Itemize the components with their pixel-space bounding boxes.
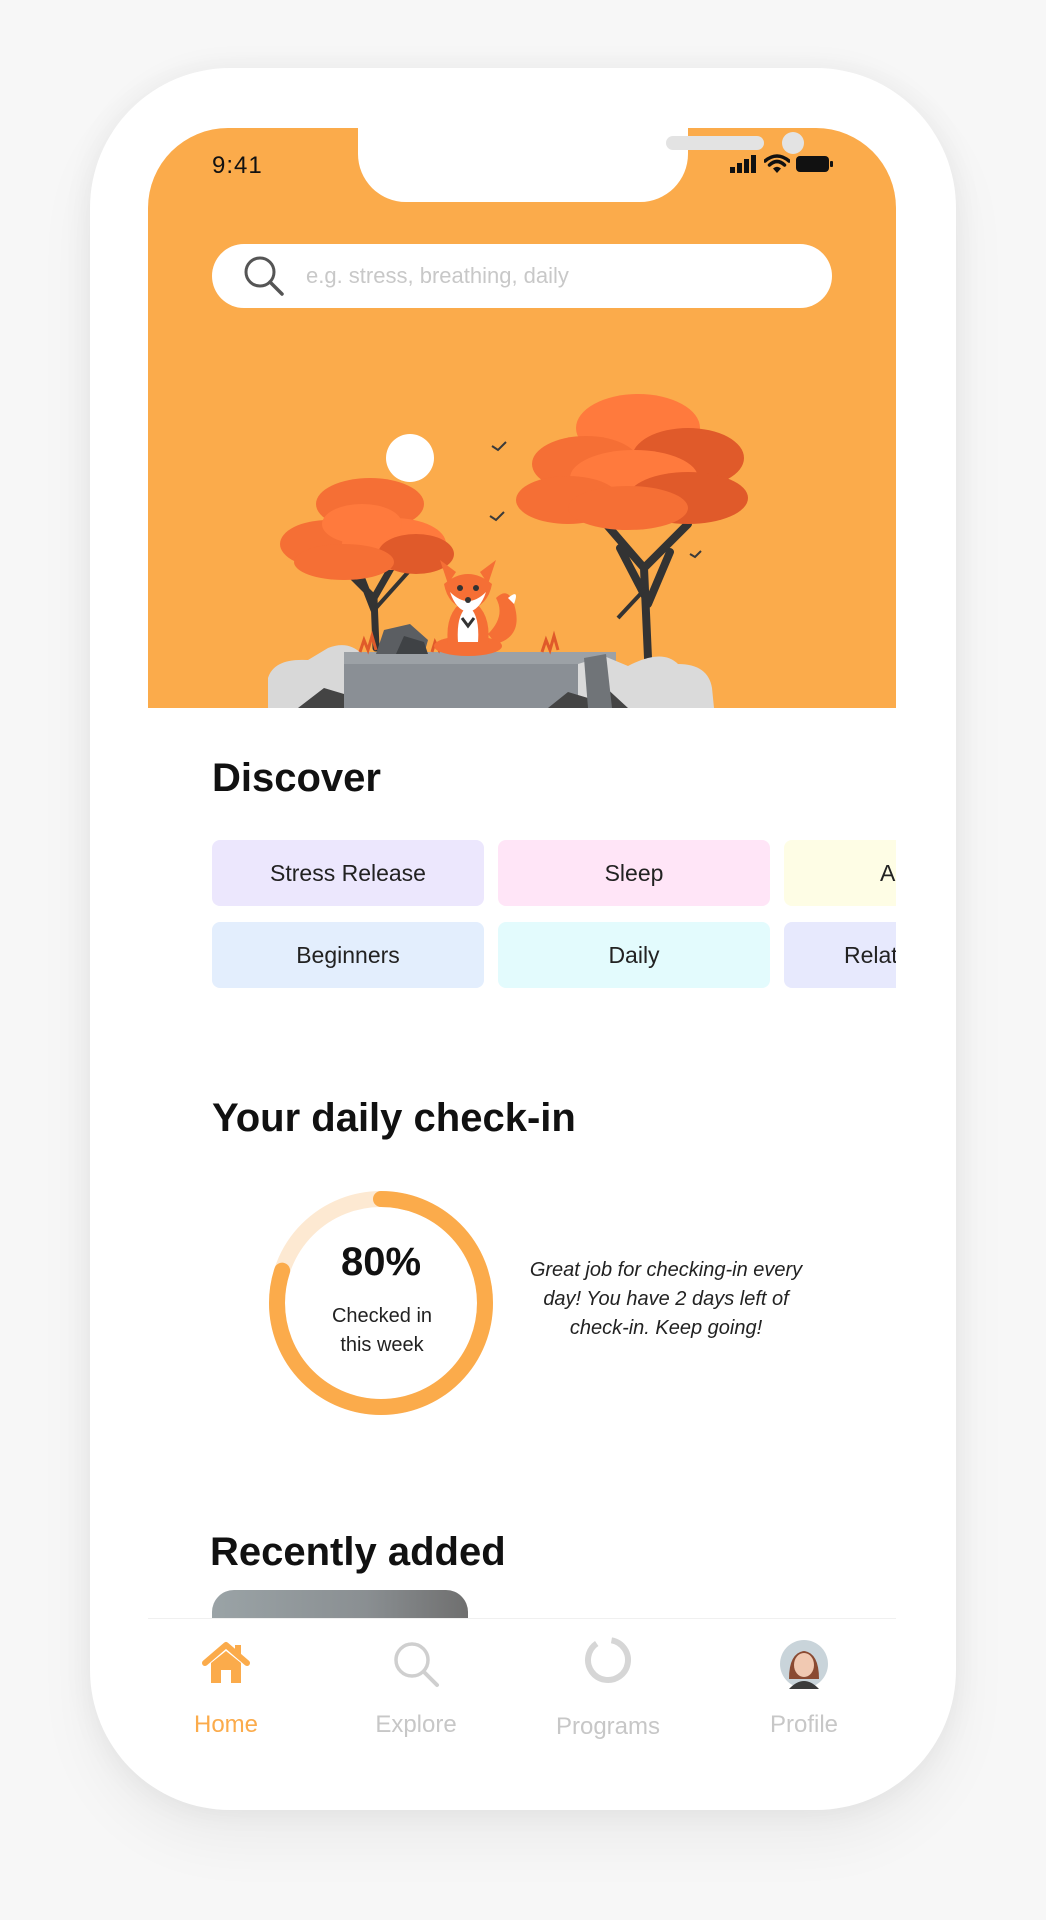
tab-home[interactable]: Home [156,1619,296,1750]
discover-chip-sleep[interactable]: Sleep [498,840,770,906]
app-screen: 9:41 e.g. stress, breathing, daily Disco… [148,128,896,1750]
discover-chip-beginners[interactable]: Beginners [212,922,484,988]
avatar [780,1640,828,1689]
discover-chip-stress-release[interactable]: Stress Release [212,840,484,906]
signal-icon [730,155,756,173]
tab-explore[interactable]: Explore [346,1619,486,1750]
chip-label: Beginners [296,941,400,968]
discover-chip-relat[interactable]: Relat [784,922,896,988]
discover-title: Discover [212,756,381,800]
search-input[interactable] [304,262,788,290]
chip-label: Stress Release [270,859,426,886]
chip-label: Sleep [604,859,664,886]
checkin-title: Your daily check-in [212,1096,576,1140]
chip-label: Relat [844,941,896,968]
discover-chip-daily[interactable]: Daily [498,922,770,988]
chip-label: Daily [608,941,660,968]
ring-icon [585,1637,631,1683]
status-icons [730,154,834,174]
camera-icon [782,132,804,154]
bottom-tab-bar: Home Explore Programs Profile [148,1618,896,1750]
hero-banner: 9:41 [148,128,896,708]
chip-label: A [880,859,896,886]
status-time: 9:41 [212,152,263,179]
tab-programs[interactable]: Programs [538,1619,678,1750]
tab-label: Explore [375,1711,457,1738]
phone-notch [358,128,804,202]
checkin-subtitle: Checked in this week [331,1305,433,1356]
tab-label: Profile [769,1711,839,1738]
tab-label: Home [193,1711,259,1738]
search-bar[interactable] [212,244,832,308]
discover-chip-partial[interactable]: A [784,840,896,906]
recent-title: Recently added [210,1530,506,1574]
speaker-icon [666,136,764,150]
checkin-message: Great job for checking-in every day! You… [529,1259,803,1339]
search-icon [244,256,284,296]
checkin-percent: 80% [340,1240,422,1284]
search-icon [394,1642,439,1687]
battery-icon [796,156,833,172]
tab-profile[interactable]: Profile [734,1619,874,1750]
meditating-fox-illustration [268,394,748,708]
wifi-icon [764,154,790,173]
tab-label: Programs [555,1713,661,1740]
home-icon [202,1642,250,1683]
